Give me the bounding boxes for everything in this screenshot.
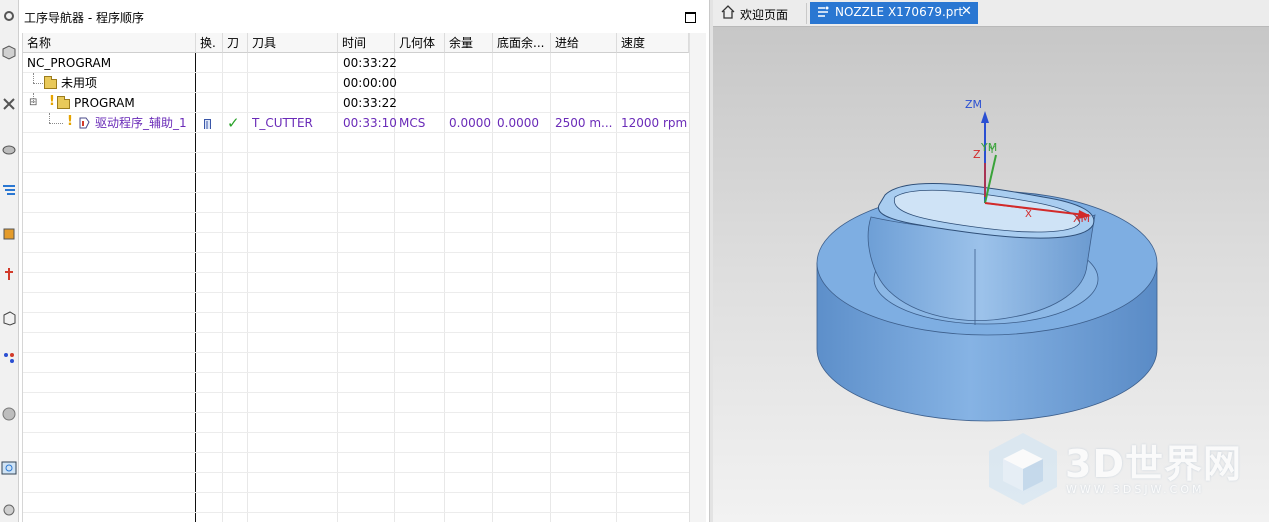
empty-row xyxy=(23,133,689,153)
operation-table: 名称 换. 刀 刀具 时间 几何体 余量 底面余... 进给 速度 NC_PRO… xyxy=(22,33,706,522)
row-stock: 0.0000 xyxy=(449,116,491,130)
warning-icon: ! xyxy=(49,94,55,109)
maximize-button[interactable] xyxy=(685,12,696,23)
empty-row xyxy=(23,273,689,293)
empty-row xyxy=(23,453,689,473)
column-header-toolchange[interactable]: 换. xyxy=(196,33,223,53)
watermark-url: WWW.3DSJW.COM xyxy=(1066,483,1205,496)
folder-icon xyxy=(57,96,70,109)
row-time: 00:33:10 xyxy=(343,116,397,130)
zm-label: ZM xyxy=(965,98,982,111)
roles-icon[interactable] xyxy=(1,350,17,366)
empty-row xyxy=(23,413,689,433)
watermark-title: 3D世界网 xyxy=(1065,442,1242,486)
operation-navigator-icon[interactable] xyxy=(1,182,17,198)
tab-part-file[interactable]: NOZZLE X170679.prt ✕ xyxy=(810,2,978,24)
empty-row xyxy=(23,353,689,373)
tree-connector xyxy=(33,83,43,84)
graphics-window: 欢迎页面 NOZZLE X170679.prt ✕ ZM YM Z Y X XM… xyxy=(713,0,1269,522)
row-time: 00:33:22 xyxy=(343,96,397,110)
operation-name: 驱动程序_辅助_1 xyxy=(95,116,187,130)
empty-row xyxy=(23,373,689,393)
row-name: NC_PROGRAM xyxy=(27,56,112,70)
empty-row xyxy=(23,213,689,233)
column-header-feed[interactable]: 进给 xyxy=(551,33,617,53)
home-icon xyxy=(721,5,735,19)
warning-icon: ! xyxy=(67,114,73,129)
tree-connector xyxy=(49,113,50,123)
row-geometry: MCS xyxy=(399,116,426,130)
table-row-operation[interactable]: ! 驱动程序_辅助_1 ✓ T_CUTTER 00:33:10 MCS 0.00… xyxy=(23,113,689,133)
machine-tool-icon[interactable] xyxy=(1,226,17,242)
document-tab-bar: 欢迎页面 NOZZLE X170679.prt ✕ xyxy=(713,0,1269,27)
path-status-check-icon: ✓ xyxy=(227,114,240,132)
row-speed: 12000 rpm xyxy=(621,116,688,130)
column-header-tool[interactable]: 刀具 xyxy=(248,33,338,53)
row-name: PROGRAM xyxy=(74,96,135,110)
tree-connector xyxy=(33,73,34,83)
empty-row xyxy=(23,173,689,193)
operation-type-icon xyxy=(77,116,91,130)
column-header-geometry[interactable]: 几何体 xyxy=(395,33,445,53)
history-icon[interactable] xyxy=(1,406,17,422)
empty-row xyxy=(23,493,689,513)
watermark-logo-icon xyxy=(989,433,1057,505)
empty-row xyxy=(23,333,689,353)
empty-row xyxy=(23,393,689,413)
settings-icon[interactable] xyxy=(1,8,17,24)
tool-library-icon[interactable] xyxy=(1,266,17,282)
x-label: X xyxy=(1025,209,1032,220)
empty-row xyxy=(23,293,689,313)
watermark: 3D世界网 WWW.3DSJW.COM xyxy=(983,431,1253,511)
tree-connector xyxy=(49,123,63,124)
column-header-floor-stock[interactable]: 底面余... xyxy=(493,33,551,53)
empty-row xyxy=(23,433,689,453)
constraint-navigator-icon[interactable] xyxy=(1,96,17,112)
system-materials-icon[interactable] xyxy=(1,502,17,518)
empty-row xyxy=(23,153,689,173)
close-icon[interactable]: ✕ xyxy=(961,4,972,19)
empty-row xyxy=(23,253,689,273)
panel-title: 工序导航器 - 程序顺序 xyxy=(24,11,144,25)
column-header-speed[interactable]: 速度 xyxy=(617,33,689,53)
empty-row xyxy=(23,193,689,213)
tool-change-icon xyxy=(204,117,212,129)
row-feed: 2500 m... xyxy=(555,116,613,130)
table-row-unused-items[interactable]: 未用项 00:00:00 xyxy=(23,73,689,93)
column-header-stock[interactable]: 余量 xyxy=(445,33,493,53)
row-name: 未用项 xyxy=(61,76,98,90)
part-view-icon[interactable] xyxy=(1,310,17,326)
row-time: 00:00:00 xyxy=(343,76,397,90)
y-label: Y xyxy=(988,145,996,156)
column-header-name[interactable]: 名称 xyxy=(23,33,196,53)
xm-label: XM xyxy=(1073,212,1090,225)
assembly-navigator-icon[interactable] xyxy=(1,44,17,60)
empty-row xyxy=(23,313,689,333)
tab-label: 欢迎页面 xyxy=(740,8,789,22)
web-browser-icon[interactable] xyxy=(1,460,17,476)
row-time: 00:33:22 xyxy=(343,56,397,70)
tab-label: NOZZLE X170679.prt xyxy=(835,5,964,19)
folder-icon xyxy=(44,76,57,89)
column-header-time[interactable]: 时间 xyxy=(338,33,395,53)
vertical-scrollbar[interactable] xyxy=(689,33,706,522)
part-navigator-icon[interactable] xyxy=(1,140,17,156)
z-label: Z xyxy=(973,148,981,161)
row-tool: T_CUTTER xyxy=(252,116,313,130)
operation-navigator-panel: 工序导航器 - 程序顺序 名称 换. 刀 刀具 时间 几何体 余量 底面余...… xyxy=(19,0,710,522)
empty-row xyxy=(23,233,689,253)
row-floor-stock: 0.0000 xyxy=(497,116,539,130)
tab-welcome-page[interactable]: 欢迎页面 xyxy=(716,3,807,24)
table-row-nc-program[interactable]: NC_PROGRAM 00:33:22 xyxy=(23,53,689,73)
3d-viewport-canvas[interactable]: ZM YM Z Y X XM 3D世界网 WWW.3DSJW.COM xyxy=(713,27,1269,522)
part-file-icon xyxy=(816,5,830,19)
table-row-program[interactable]: ⊟ ! PROGRAM 00:33:22 xyxy=(23,93,689,113)
collapse-toggle[interactable]: ⊟ xyxy=(29,93,37,113)
column-header-path[interactable]: 刀 xyxy=(223,33,248,53)
empty-row xyxy=(23,473,689,493)
resource-bar xyxy=(0,0,19,522)
